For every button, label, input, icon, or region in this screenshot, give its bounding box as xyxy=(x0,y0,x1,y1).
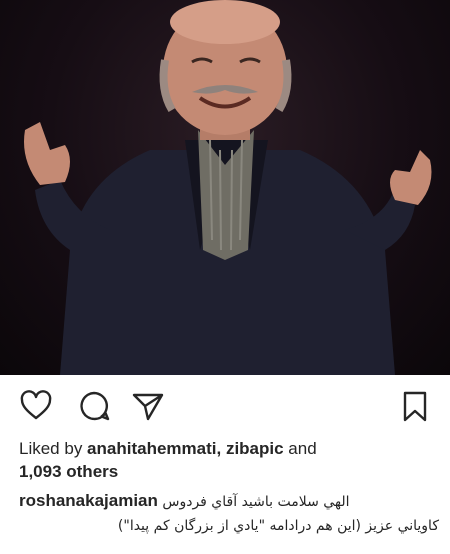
likes-others-link[interactable]: 1,093 others xyxy=(19,462,118,481)
likes-prefix: Liked by xyxy=(19,439,88,458)
paper-plane-icon[interactable] xyxy=(131,389,165,423)
caption-text-line2: كاوياني عزيز (اين هم درادامه "يادي از بز… xyxy=(117,518,439,534)
post-caption: roshanakajamian الهي سلامت باشيد آقاي فر… xyxy=(19,489,439,538)
comment-icon[interactable] xyxy=(77,389,111,423)
post-action-bar xyxy=(0,375,450,433)
heart-icon[interactable] xyxy=(19,389,53,423)
caption-username[interactable]: roshanakajamian xyxy=(19,491,158,510)
likes-separator: , xyxy=(216,439,226,458)
likes-and: and xyxy=(283,439,317,458)
caption-text-line1: الهي سلامت باشيد آقاي فردوس xyxy=(162,494,350,510)
liker-username-2[interactable]: zibapic xyxy=(226,439,284,458)
bookmark-icon[interactable] xyxy=(398,389,432,423)
liker-username-1[interactable]: anahitahemmati xyxy=(87,439,216,458)
post-photo[interactable] xyxy=(0,0,450,375)
likes-summary: Liked by anahitahemmati, zibapic and 1,0… xyxy=(19,437,439,483)
man-photo-illustration xyxy=(24,0,432,375)
